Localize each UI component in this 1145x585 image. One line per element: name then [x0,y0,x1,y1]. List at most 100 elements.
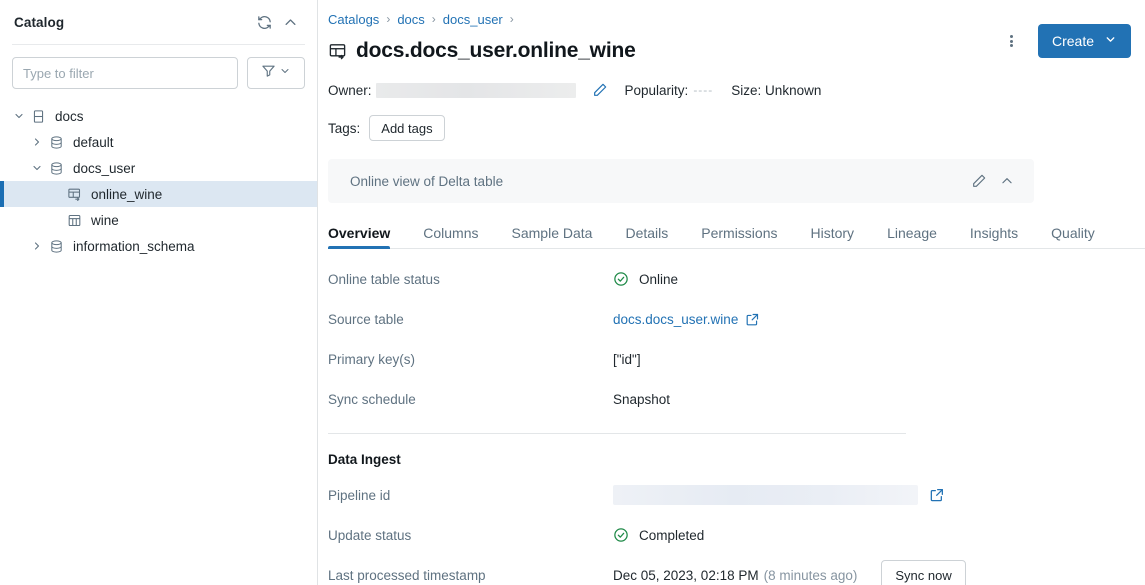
breadcrumb-separator: › [432,12,436,26]
sync-schedule-value: Snapshot [613,392,670,407]
breadcrumb-item-Catalogs[interactable]: Catalogs [328,12,379,27]
tree-item-label: default [73,135,114,150]
tree-item-default[interactable]: default [0,129,317,155]
main-panel: Create Catalogs › docs › docs_user › [318,0,1145,585]
tree-item-label: docs [55,109,84,124]
size-label: Size: Unknown [731,83,821,98]
tags-label: Tags: [328,121,360,136]
online-table-icon [64,187,84,202]
tab-overview[interactable]: Overview [328,225,390,248]
primary-keys-value: ["id"] [613,352,641,367]
tab-details[interactable]: Details [625,225,668,248]
tree-item-label: information_schema [73,239,195,254]
breadcrumb-separator: › [386,12,390,26]
tree-item-docs[interactable]: docs [0,103,317,129]
refresh-icon[interactable] [251,9,277,35]
more-vertical-icon[interactable] [999,26,1025,56]
tab-permissions[interactable]: Permissions [701,225,777,248]
sidebar-header: Catalog [0,6,317,38]
popularity-value: ---- [693,83,713,97]
row-source-table: Source table docs.docs_user.wine [328,299,1145,339]
row-pipeline-id: Pipeline id [328,475,1145,515]
update-status-value: Completed [639,528,704,543]
owner-label: Owner: [328,83,372,98]
catalog-icon [28,109,48,124]
external-link-icon[interactable] [745,312,760,327]
tree-item-information_schema[interactable]: information_schema [0,233,317,259]
create-button[interactable]: Create [1038,24,1131,58]
catalog-tree: docs default docs_user online_winewine infor… [0,103,317,259]
data-ingest-section-title: Data Ingest [328,452,1145,467]
tree-item-online_wine[interactable]: online_wine [0,181,317,207]
row-primary-keys: Primary key(s) ["id"] [328,339,1145,379]
description-edit-pencil-icon[interactable] [965,167,993,195]
sidebar-title: Catalog [14,15,251,30]
catalog-explorer-page: Catalog [0,0,1145,585]
pipeline-external-link-icon[interactable] [929,487,945,503]
source-table-label: Source table [328,312,613,327]
sync-schedule-label: Sync schedule [328,392,613,407]
pipeline-id-label: Pipeline id [328,488,613,503]
add-tags-button[interactable]: Add tags [369,115,444,141]
online-table-status-value: Online [639,272,678,287]
primary-keys-label: Primary key(s) [328,352,613,367]
catalog-sidebar: Catalog [0,0,318,585]
sync-now-button[interactable]: Sync now [881,560,965,585]
tab-columns[interactable]: Columns [423,225,478,248]
page-title: docs.docs_user.online_wine [356,39,636,63]
owner-edit-pencil-icon[interactable] [592,82,608,98]
filter-button[interactable] [247,57,305,89]
description-collapse-chevron-up-icon[interactable] [993,167,1021,195]
row-last-processed-timestamp: Last processed timestamp Dec 05, 2023, 0… [328,555,1145,585]
check-circle-icon [613,527,629,543]
tags-row: Tags: Add tags [328,115,1145,141]
tab-history[interactable]: History [811,225,855,248]
tab-insights[interactable]: Insights [970,225,1018,248]
breadcrumb-item-docs_user[interactable]: docs_user [443,12,503,27]
tree-item-label: wine [91,213,119,228]
sidebar-filter-bar [0,45,317,89]
table-icon [64,213,84,228]
online-table-icon [328,42,347,61]
row-sync-schedule: Sync schedule Snapshot [328,379,1145,419]
create-button-label: Create [1052,33,1094,49]
update-status-label: Update status [328,528,613,543]
section-divider [328,433,906,434]
chevron-right-icon[interactable] [28,237,46,255]
tree-item-label: docs_user [73,161,135,176]
sidebar-collapse-icon[interactable] [277,9,303,35]
tree-item-label: online_wine [91,187,162,202]
chevron-down-icon [1104,33,1117,49]
funnel-icon [261,63,276,83]
popularity-label: Popularity: [625,83,689,98]
tab-sample-data[interactable]: Sample Data [512,225,593,248]
schema-icon [46,239,66,254]
description-box: Online view of Delta table [328,159,1034,203]
breadcrumb-item-docs[interactable]: docs [397,12,424,27]
chevron-down-icon [279,64,291,82]
filter-input[interactable] [12,57,238,89]
breadcrumb-separator: › [510,12,514,26]
row-online-table-status: Online table status Online [328,259,1145,299]
metadata-row: Owner: Popularity: ---- Size: Unknown [328,80,1145,100]
header-actions: Create [999,24,1131,58]
pipeline-id-value-redacted [613,485,918,505]
last-processed-relative-time: (8 minutes ago) [764,568,858,583]
last-processed-timestamp-label: Last processed timestamp [328,568,613,583]
tab-lineage[interactable]: Lineage [887,225,937,248]
description-text: Online view of Delta table [350,174,965,189]
chevron-right-icon[interactable] [28,133,46,151]
tree-item-wine[interactable]: wine [0,207,317,233]
source-table-link[interactable]: docs.docs_user.wine [613,312,738,327]
schema-icon [46,135,66,150]
overview-details: Online table status Online Source table … [328,259,1145,585]
tab-bar: Overview Columns Sample Data Details Permiss… [328,219,1145,249]
last-processed-timestamp-value: Dec 05, 2023, 02:18 PM [613,568,759,583]
chevron-down-icon[interactable] [28,159,46,177]
tab-quality[interactable]: Quality [1051,225,1095,248]
owner-value-redacted [376,83,576,98]
schema-icon [46,161,66,176]
row-update-status: Update status Completed [328,515,1145,555]
chevron-down-icon[interactable] [10,107,28,125]
tree-item-docs_user[interactable]: docs_user [0,155,317,181]
